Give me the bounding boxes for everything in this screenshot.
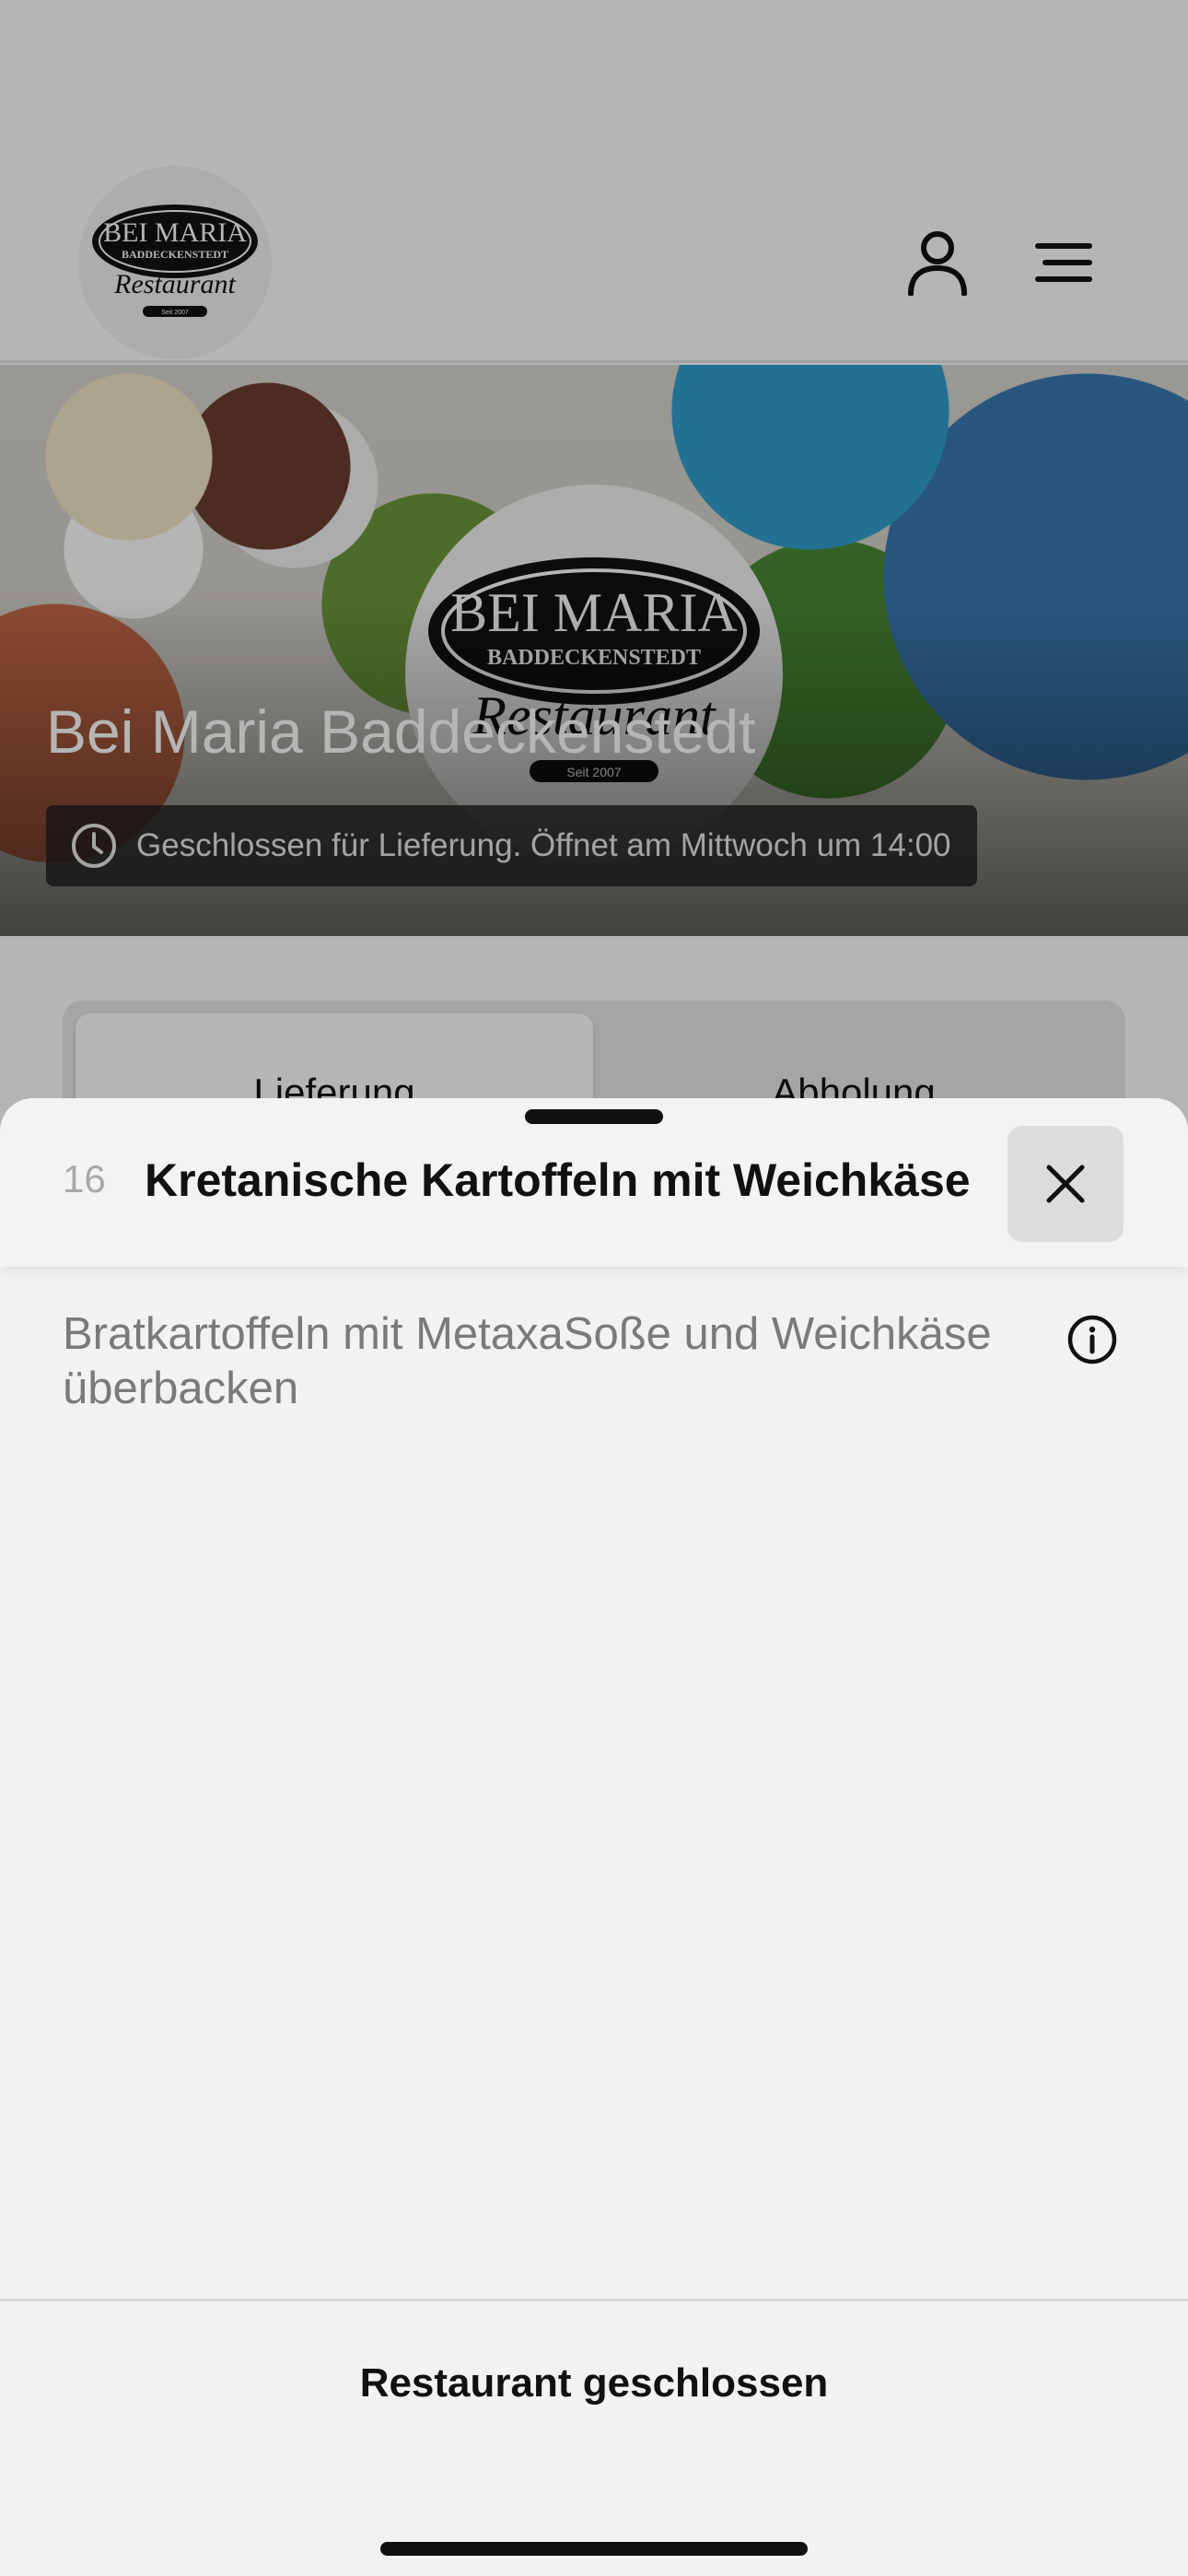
product-detail-sheet: 16 Kretanische Kartoffeln mit Weichkäse … xyxy=(0,1098,1188,2576)
info-icon xyxy=(1067,1315,1117,1364)
restaurant-closed-label: Restaurant geschlossen xyxy=(359,2360,829,2406)
item-number: 16 xyxy=(63,1157,106,1200)
sheet-header: 16 Kretanische Kartoffeln mit Weichkäse xyxy=(0,1098,1188,1267)
close-button[interactable] xyxy=(1007,1126,1124,1242)
home-indicator xyxy=(380,2542,808,2556)
close-icon xyxy=(1046,1165,1085,1203)
item-description: Bratkartoffeln mit MetaxaSoße und Weichk… xyxy=(63,1309,992,1413)
sheet-drag-handle[interactable] xyxy=(525,1109,663,1124)
info-button[interactable] xyxy=(1066,1313,1119,1366)
item-title: Kretanische Kartoffeln mit Weichkäse xyxy=(145,1154,971,1206)
footer-divider xyxy=(0,2299,1188,2301)
